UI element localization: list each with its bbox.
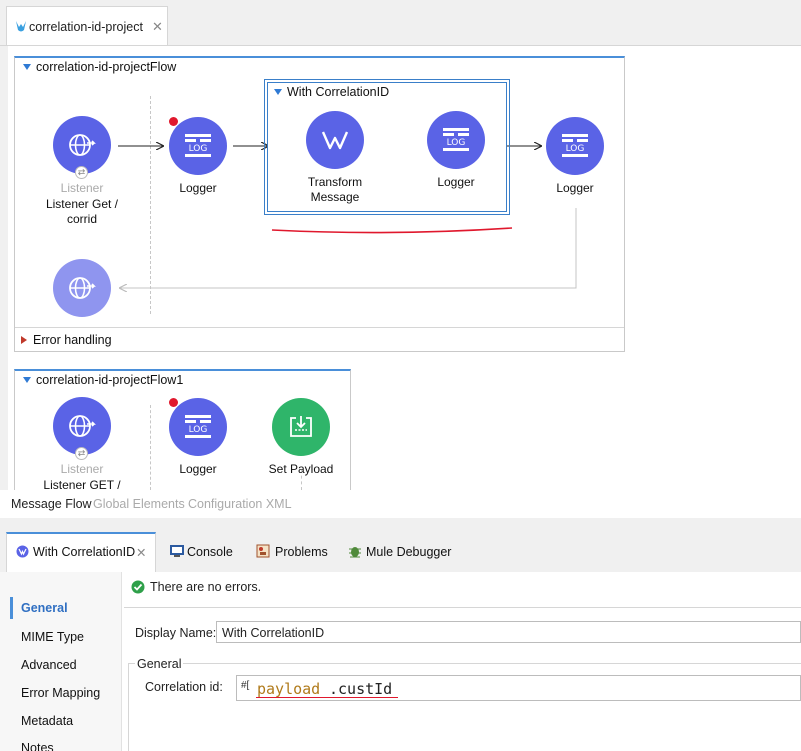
logger-2-label: Logger — [437, 175, 475, 189]
transform-label-line2: Message — [310, 190, 360, 204]
svg-text:LOG: LOG — [566, 144, 585, 154]
svg-text:LOG: LOG — [189, 144, 208, 154]
svg-text:LOG: LOG — [189, 425, 208, 435]
logger-1-label: Logger — [179, 181, 217, 195]
logger-3-label: Logger — [556, 181, 594, 195]
scope-title[interactable]: With CorrelationID — [274, 85, 389, 99]
error-handling-divider — [15, 327, 624, 328]
logger-node-3[interactable]: LOG — [546, 117, 604, 175]
globe-icon — [69, 277, 96, 299]
problems-icon — [256, 544, 270, 558]
log-icon: LOG — [443, 128, 469, 151]
check-icon — [131, 580, 145, 594]
display-name-field[interactable]: With CorrelationID — [216, 621, 801, 643]
tab-with-correlationid-label: With CorrelationID — [33, 545, 136, 559]
globe-icon — [69, 415, 96, 437]
sidebar-item-metadata[interactable]: Metadata — [21, 714, 73, 728]
logger-node-1[interactable]: LOG — [169, 117, 227, 175]
transform-message-node[interactable] — [306, 111, 364, 169]
set-payload-node[interactable] — [272, 398, 330, 456]
logger-flow2-label: Logger — [179, 462, 217, 476]
status-message: There are no errors. — [150, 580, 262, 594]
sidebar-item-general[interactable]: General — [21, 601, 68, 615]
flow-title[interactable]: correlation-id-projectFlow1 — [23, 373, 183, 387]
sidebar-item-error-mapping[interactable]: Error Mapping — [21, 686, 100, 700]
close-icon[interactable]: ✕ — [136, 545, 146, 560]
tab-mule-debugger[interactable]: Mule Debugger — [366, 545, 451, 559]
studio-window: correlation-id-project ✕ correlation-id-… — [0, 0, 801, 751]
active-indicator — [10, 597, 13, 619]
collapse-icon — [23, 377, 31, 383]
tab-problems[interactable]: Problems — [275, 545, 328, 559]
log-icon: LOG — [185, 415, 211, 438]
listener-type-label: Listener — [60, 462, 104, 476]
general-group-label: General — [135, 657, 184, 671]
expression-prefix: #[ — [241, 680, 250, 691]
tab-console[interactable]: Console — [187, 545, 233, 559]
transform-icon — [321, 131, 349, 150]
sidebar-item-mime-type[interactable]: MIME Type — [21, 630, 84, 644]
scope-icon — [16, 545, 29, 558]
sync-icon: ⇄ — [75, 447, 88, 460]
error-handling-section[interactable]: Error handling — [21, 333, 112, 347]
sidebar-item-notes[interactable]: Notes — [21, 741, 54, 751]
log-icon: LOG — [185, 134, 211, 157]
panel-separator — [0, 518, 801, 532]
console-icon — [170, 545, 184, 557]
listener-response-node[interactable] — [53, 259, 111, 317]
sidebar-item-advanced[interactable]: Advanced — [21, 658, 77, 672]
display-name-label: Display Name: — [135, 626, 217, 640]
collapse-icon — [274, 89, 282, 95]
set-payload-icon — [290, 416, 312, 437]
expand-icon — [21, 336, 27, 344]
transform-label-line1: Transform — [307, 175, 363, 189]
display-name-value: With CorrelationID — [222, 626, 325, 640]
log-icon: LOG — [562, 134, 588, 157]
correlation-id-label: Correlation id: — [145, 680, 223, 694]
tab-configuration-xml[interactable]: Configuration XML — [188, 497, 292, 511]
red-underline-annotation — [256, 697, 398, 698]
logger-node-flow2[interactable]: LOG — [169, 398, 227, 456]
source-divider — [150, 405, 151, 490]
tab-message-flow[interactable]: Message Flow — [11, 497, 92, 511]
form-divider — [124, 607, 801, 608]
logger-node-2[interactable]: LOG — [427, 111, 485, 169]
tab-global-elements[interactable]: Global Elements — [93, 497, 185, 511]
listener-name-line1: Listener GET / — [43, 478, 121, 490]
expression-rest: .custId — [329, 680, 393, 698]
expression-keyword: payload — [257, 680, 321, 698]
set-payload-label: Set Payload — [268, 462, 334, 476]
bug-icon — [349, 547, 361, 558]
svg-text:LOG: LOG — [447, 138, 466, 148]
